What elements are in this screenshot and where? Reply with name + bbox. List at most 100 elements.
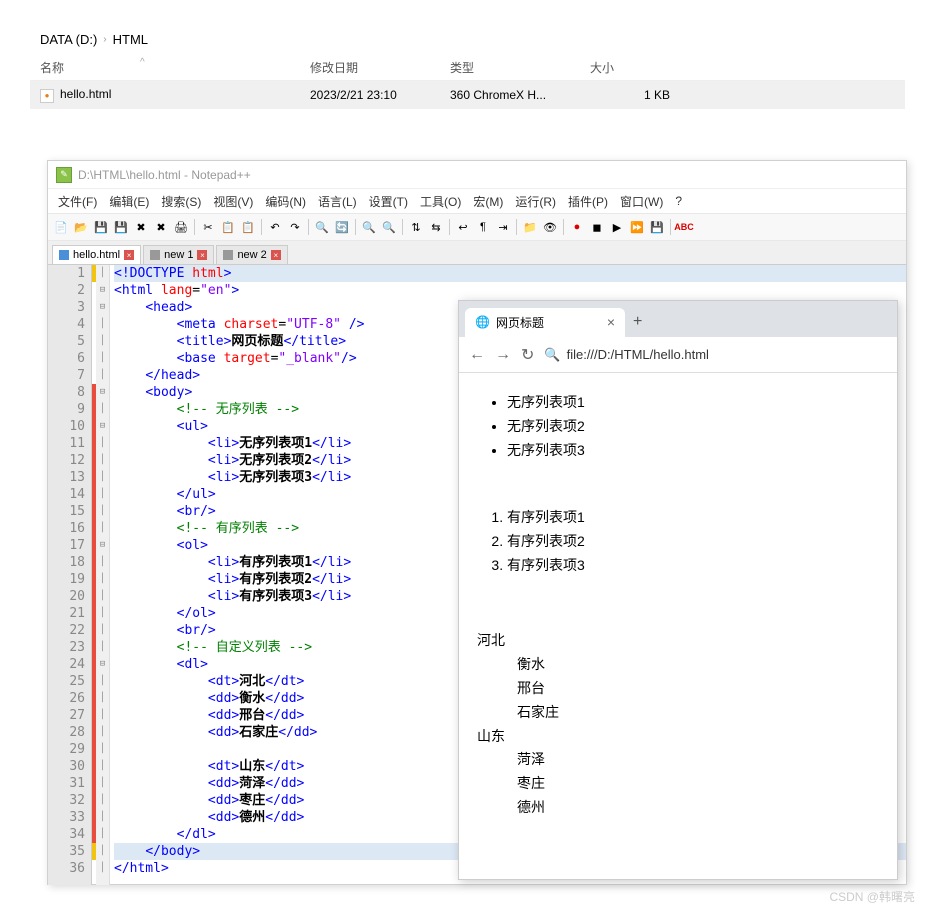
- back-button[interactable]: ←: [469, 346, 485, 364]
- file-name: hello.html: [60, 87, 111, 101]
- file-size: 1 KB: [590, 88, 670, 102]
- file-row[interactable]: ●hello.html 2023/2/21 23:10 360 ChromeX …: [30, 81, 905, 109]
- redo-icon[interactable]: ↷: [286, 218, 304, 236]
- disk-icon: [59, 250, 69, 260]
- column-date[interactable]: 修改日期: [310, 59, 450, 76]
- breadcrumb[interactable]: DATA (D:) › HTML: [30, 28, 905, 51]
- browser-viewport[interactable]: 无序列表项1无序列表项2无序列表项3 有序列表项1有序列表项2有序列表项3 河北…: [459, 373, 897, 846]
- new-tab-button[interactable]: +: [633, 313, 642, 331]
- tab-close-icon[interactable]: ×: [197, 250, 207, 260]
- new-file-icon[interactable]: 📄: [52, 218, 70, 236]
- close-icon[interactable]: ✖: [132, 218, 150, 236]
- menu-item[interactable]: ?: [671, 192, 686, 210]
- list-item: 无序列表项2: [507, 415, 879, 439]
- sync-v-icon[interactable]: ⇅: [407, 218, 425, 236]
- editor-tab[interactable]: hello.html ×: [52, 245, 141, 264]
- sync-h-icon[interactable]: ⇆: [427, 218, 445, 236]
- unsaved-icon: [223, 250, 233, 260]
- window-titlebar[interactable]: ✎ D:\HTML\hello.html - Notepad++: [48, 161, 906, 189]
- forward-button[interactable]: →: [495, 346, 511, 364]
- menu-item[interactable]: 窗口(W): [616, 191, 667, 212]
- indent-icon[interactable]: ⇥: [494, 218, 512, 236]
- list-item: 无序列表项3: [507, 439, 879, 463]
- ordered-list: 有序列表项1有序列表项2有序列表项3: [507, 506, 879, 577]
- monitor-icon[interactable]: 👁: [541, 218, 559, 236]
- replace-icon[interactable]: 🔄: [333, 218, 351, 236]
- browser-tab[interactable]: 🌐 网页标题 ×: [465, 308, 625, 337]
- tab-close-icon[interactable]: ×: [271, 250, 281, 260]
- stop-icon[interactable]: ◼: [588, 218, 606, 236]
- menu-item[interactable]: 插件(P): [564, 191, 612, 212]
- menu-item[interactable]: 搜索(S): [157, 191, 205, 212]
- reload-button[interactable]: ↻: [521, 345, 534, 365]
- dl-desc: 枣庄: [517, 772, 879, 796]
- notepad-app-icon: ✎: [56, 167, 72, 183]
- paste-icon[interactable]: 📋: [239, 218, 257, 236]
- show-chars-icon[interactable]: ¶: [474, 218, 492, 236]
- zoom-in-icon[interactable]: 🔍: [360, 218, 378, 236]
- file-type: 360 ChromeX H...: [450, 88, 590, 102]
- tab-label: new 2: [237, 249, 266, 261]
- list-item: 有序列表项1: [507, 506, 879, 530]
- menu-item[interactable]: 运行(R): [511, 191, 560, 212]
- copy-icon[interactable]: 📋: [219, 218, 237, 236]
- window-title: D:\HTML\hello.html - Notepad++: [78, 168, 251, 182]
- tab-close-icon[interactable]: ×: [124, 250, 134, 260]
- play-icon[interactable]: ▶: [608, 218, 626, 236]
- tab-title: 网页标题: [496, 314, 544, 331]
- toolbar: 📄 📂 💾 💾 ✖ ✖ 🖨 ✂ 📋 📋 ↶ ↷ 🔍 🔄 🔍 🔍 ⇅ ⇆ ↩ ¶ …: [48, 213, 906, 241]
- tab-label: hello.html: [73, 249, 120, 261]
- menu-item[interactable]: 文件(F): [54, 191, 101, 212]
- chevron-right-icon: ›: [103, 34, 106, 45]
- menu-item[interactable]: 语言(L): [314, 191, 361, 212]
- save-all-icon[interactable]: 💾: [112, 218, 130, 236]
- menu-item[interactable]: 设置(T): [365, 191, 412, 212]
- globe-icon: 🌐: [475, 315, 490, 329]
- tab-close-icon[interactable]: ×: [607, 314, 615, 330]
- column-headers: 名称^ 修改日期 类型 大小: [30, 51, 905, 81]
- save-macro-icon[interactable]: 💾: [648, 218, 666, 236]
- close-all-icon[interactable]: ✖: [152, 218, 170, 236]
- breadcrumb-part[interactable]: DATA (D:): [40, 32, 97, 47]
- tab-label: new 1: [164, 249, 193, 261]
- spellcheck-icon[interactable]: ABC: [675, 218, 693, 236]
- menu-item[interactable]: 编辑(E): [105, 191, 153, 212]
- save-icon[interactable]: 💾: [92, 218, 110, 236]
- wrap-icon[interactable]: ↩: [454, 218, 472, 236]
- browser-window: 🌐 网页标题 × + ← → ↻ 🔍 file:///D:/HTML/hello…: [458, 300, 898, 880]
- fast-forward-icon[interactable]: ⏩: [628, 218, 646, 236]
- menu-item[interactable]: 编码(N): [261, 191, 310, 212]
- find-icon[interactable]: 🔍: [313, 218, 331, 236]
- column-name[interactable]: 名称^: [40, 59, 310, 76]
- url-bar[interactable]: 🔍 file:///D:/HTML/hello.html: [544, 347, 887, 363]
- file-explorer: DATA (D:) › HTML 名称^ 修改日期 类型 大小 ● hello.h…: [30, 28, 905, 128]
- list-item: 有序列表项3: [507, 554, 879, 578]
- line-numbers: 1234567891011121314151617181920212223242…: [48, 265, 92, 885]
- folder-icon[interactable]: 📁: [521, 218, 539, 236]
- url-text: file:///D:/HTML/hello.html: [567, 347, 709, 362]
- dl-term: 河北: [477, 629, 879, 653]
- editor-tab[interactable]: new 1 ×: [143, 245, 214, 264]
- menu-item[interactable]: 宏(M): [469, 191, 507, 212]
- zoom-out-icon[interactable]: 🔍: [380, 218, 398, 236]
- dl-desc: 菏泽: [517, 748, 879, 772]
- dl-desc: 邢台: [517, 677, 879, 701]
- menu-item[interactable]: 视图(V): [209, 191, 257, 212]
- open-file-icon[interactable]: 📂: [72, 218, 90, 236]
- editor-tab[interactable]: new 2 ×: [216, 245, 287, 264]
- cut-icon[interactable]: ✂: [199, 218, 217, 236]
- html-file-icon: ●: [40, 89, 54, 103]
- undo-icon[interactable]: ↶: [266, 218, 284, 236]
- print-icon[interactable]: 🖨: [172, 218, 190, 236]
- list-item: 无序列表项1: [507, 391, 879, 415]
- editor-tabs: hello.html × new 1 × new 2 ×: [48, 241, 906, 265]
- watermark: CSDN @韩曙亮: [829, 888, 915, 905]
- column-type[interactable]: 类型: [450, 59, 590, 76]
- column-size[interactable]: 大小: [590, 59, 670, 76]
- record-icon[interactable]: ●: [568, 218, 586, 236]
- breadcrumb-part[interactable]: HTML: [113, 32, 148, 47]
- fold-column[interactable]: │⊟⊟││││⊟│⊟││││││⊟││││││⊟││││││││││││: [96, 265, 110, 885]
- dl-desc: 德州: [517, 796, 879, 820]
- menu-bar: 文件(F)编辑(E)搜索(S)视图(V)编码(N)语言(L)设置(T)工具(O)…: [48, 189, 906, 213]
- menu-item[interactable]: 工具(O): [416, 191, 465, 212]
